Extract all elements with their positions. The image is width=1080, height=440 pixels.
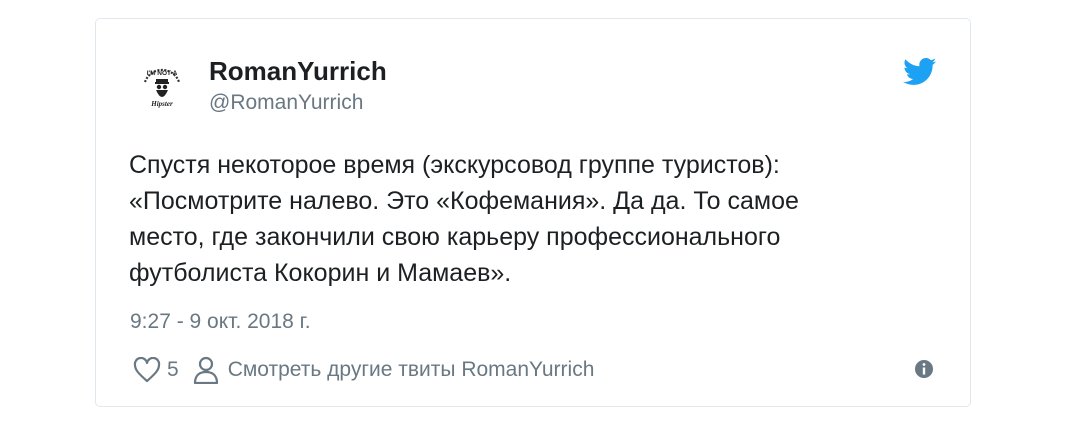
avatar-text-top: I'M NOT A xyxy=(147,70,178,77)
tweet-text-line: Спустя некоторое время (экскурсовод груп… xyxy=(129,151,780,179)
info-icon[interactable] xyxy=(913,358,935,380)
like-count[interactable]: 5 xyxy=(167,356,179,384)
view-more-tweets-label: Смотреть другие твиты RomanYurrich xyxy=(227,358,595,381)
avatar-text-bottom: Hipster xyxy=(150,100,173,108)
person-icon xyxy=(193,356,218,384)
tweet-text-line: футболиста Кокорин и Мамаев». xyxy=(129,259,512,287)
avatar[interactable]: I'M NOT A Hipster xyxy=(132,59,192,119)
author-handle[interactable]: @RomanYurrich xyxy=(209,89,363,117)
tweet-text-line: «Посмотрите налево. Это «Кофемания». Да … xyxy=(129,187,799,215)
twitter-bird-icon[interactable] xyxy=(903,58,937,86)
view-more-tweets-link[interactable]: Смотреть другие твиты RomanYurrich xyxy=(193,356,595,384)
tweet-actions: 5 Смотреть другие твиты RomanYurrich xyxy=(133,355,594,385)
tweet-text-line: место, где закончили свою карьеру профес… xyxy=(129,223,781,251)
tweet-timestamp[interactable]: 9:27 - 9 окт. 2018 г. xyxy=(130,308,311,336)
tweet-text: Спустя некоторое время (экскурсовод груп… xyxy=(129,147,929,291)
heart-icon[interactable] xyxy=(133,357,161,383)
tweet-card: I'M NOT A Hipster RomanYurrich @RomanYur… xyxy=(95,18,971,407)
author-display-name[interactable]: RomanYurrich xyxy=(209,55,387,87)
